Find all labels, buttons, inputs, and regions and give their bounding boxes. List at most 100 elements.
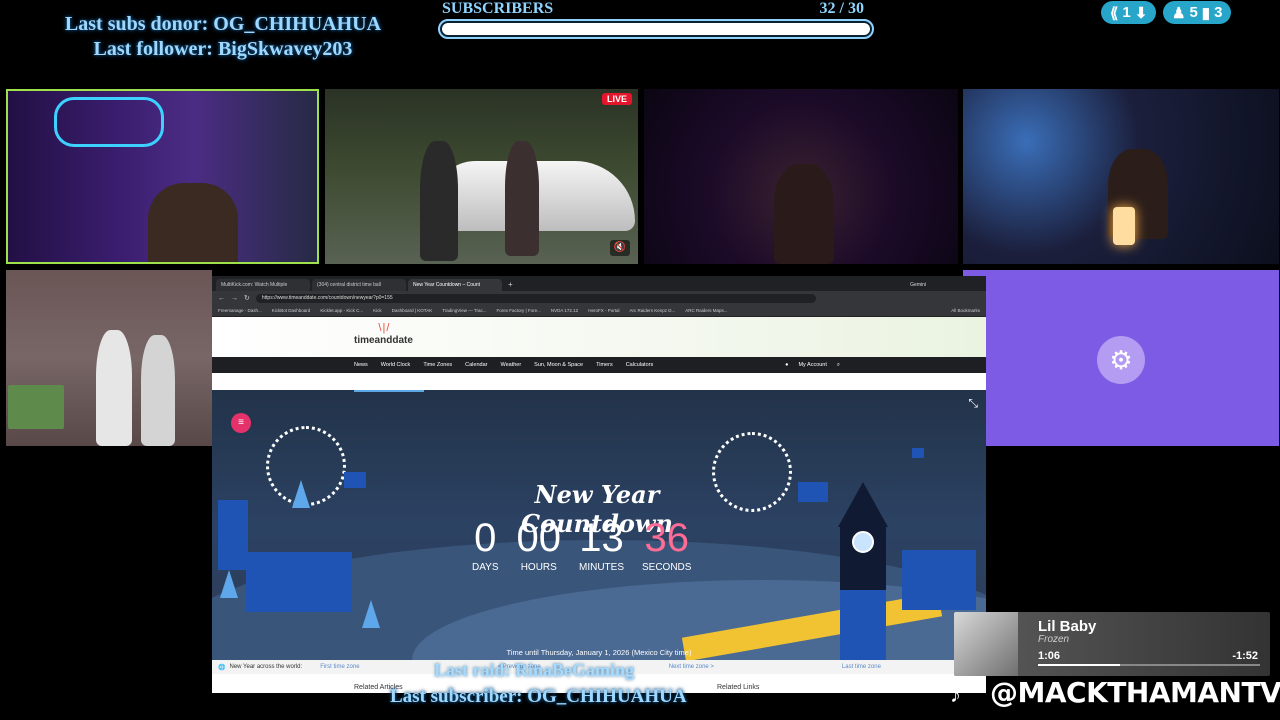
track-progress-bar [1038,664,1260,666]
site-logo[interactable]: \ | / timeanddate [354,322,413,346]
kick-icon: ⟪ [1110,4,1119,22]
reload-icon[interactable]: ↻ [244,294,250,302]
house-icon-3 [344,472,366,488]
last-follower: Last follower: BigSkwavey203 [93,38,353,60]
tiktok-icon: ♪ [950,682,961,707]
related-links-heading: Related Links [717,684,760,691]
bookmark[interactable]: TradingView — Trac... [442,308,486,313]
url-input[interactable]: https://www.timeanddate.com/countdown/ne… [255,293,816,303]
next-zone-link[interactable]: Next time zone > [669,664,714,670]
nav-world-clock[interactable]: World Clock [381,362,411,368]
alerts-panel: Last subs donor: OG_CHIHUAHUA Last follo… [28,12,418,62]
nav-time-zones[interactable]: Time Zones [423,362,452,368]
tree-icon-3 [362,600,380,628]
forward-icon[interactable]: → [231,295,238,302]
track-progress-fill [1038,664,1121,666]
viewer-count: 5 [1189,4,1198,21]
nav-news[interactable]: News [354,362,368,368]
countdown-days-value: 0 [474,516,497,560]
person-figure [774,164,834,264]
subscriber-goal-label: SUBSCRIBERS [442,0,554,17]
bookmark[interactable]: Kick [373,308,382,313]
bookmark[interactable]: KickBot Dashboard [272,308,311,313]
streamer-handle: @MACKTHAMANTV [990,676,1280,709]
character-figure-2 [141,335,175,446]
menu-button[interactable]: ≡ [231,413,251,433]
countdown-seconds-value: 36 [644,516,689,560]
bookmark[interactable]: NVDA 172.12 [551,308,578,313]
logo-rays-icon: \ | / [378,322,389,334]
countdown-days-label: DAYS [472,562,499,573]
browser-window: MultiKick.com: Watch Multiple (304) cent… [212,276,986,693]
all-bookmarks[interactable]: All Bookmarks [951,308,980,313]
live-badge: LIVE [601,93,632,105]
countdown-seconds-label: SECONDS [642,562,692,573]
gemini-button[interactable]: Gemini [910,279,926,291]
track-artist: Lil Baby [1038,618,1097,635]
firework-icon-2 [712,432,792,512]
nav-sun-moon[interactable]: Sun, Moon & Space [534,362,583,368]
site-header: \ | / timeanddate [212,317,986,357]
character-figure [96,330,132,446]
track-album: Frozen [1038,634,1070,645]
bookmark[interactable]: ARC Raiders Maps... [685,308,727,313]
character-figure [420,141,458,261]
clock-tower-spire [838,482,888,527]
tree-icon [292,480,310,508]
countdown-days: 0 DAYS [472,518,499,573]
stream-tile-5[interactable] [6,270,212,446]
bookmark[interactable]: Forex Factory | Fore... [496,308,540,313]
tab-youtube[interactable]: (304) central district time ball [312,279,406,291]
stream-tile-3[interactable] [644,89,958,264]
last-raid: Last raid: RinaBeGaming [434,660,635,680]
bookmark[interactable]: Kicklet.app - Kick C... [320,308,363,313]
countdown-minutes-label: MINUTES [579,562,624,573]
mute-icon[interactable]: 🔇 [610,240,630,256]
countdown-hero: ≡ ⤡ New Year Countdown 0 DAYS 00 HOURS 1… [212,390,986,660]
bookmark[interactable]: Freemanage - Dash... [218,308,262,313]
nav-weather[interactable]: Weather [500,362,521,368]
countdown-minutes: 13 MINUTES [579,518,624,573]
clock-icon [852,531,874,553]
first-zone-link[interactable]: First time zone [320,664,359,670]
nav-right: ● My Account ⌕ [785,362,840,369]
house-icon-2 [246,552,352,612]
lamp-shape [1113,207,1135,245]
back-icon[interactable]: ← [218,295,225,302]
chevron-down-icon: ⬇ [1134,4,1148,22]
shrink-icon[interactable]: ⤡ [968,396,978,411]
bookmarks-bar: Freemanage - Dash... KickBot Dashboard K… [212,305,986,317]
subscriber-goal: SUBSCRIBERS 32 / 30 [438,0,874,40]
new-tab-button[interactable]: + [504,279,517,291]
tab-countdown[interactable]: New Year Countdown – Count [408,279,502,291]
nav-calendar[interactable]: Calendar [465,362,487,368]
search-icon[interactable]: ⌕ [837,362,840,369]
now-playing-widget: Lil Baby Frozen 1:06 -1:52 [954,612,1270,676]
stream-tile-gta[interactable]: LIVE 🔇 [325,89,638,264]
last-subs-donor: Last subs donor: OG_CHIHUAHUA [64,13,382,35]
house-icon-6 [912,448,924,458]
bars-icon: ▮ [1201,4,1211,22]
viewers-icon: ♟ [1172,4,1186,22]
stream-tile-4[interactable] [963,89,1279,264]
bookmark[interactable]: Arc Raiders Kenpz D... [629,308,675,313]
countdown-minutes-value: 13 [579,516,624,560]
countdown-hours-value: 00 [516,516,562,560]
nav-calculators[interactable]: Calculators [626,362,654,368]
webcam-tile[interactable] [6,89,319,264]
last-zone-link[interactable]: Last time zone [842,664,881,670]
site-nav: News World Clock Time Zones Calendar Wea… [212,357,986,373]
bookmark[interactable]: Dashboard | KOTAK [392,308,433,313]
house-icon-4 [798,482,828,502]
tab-multikick[interactable]: MultiKick.com: Watch Multiple [216,279,310,291]
elapsed-time: 1:06 [1038,650,1061,662]
bookmark[interactable]: HeroFX - Portal [588,308,619,313]
my-account-link[interactable]: My Account [798,362,826,368]
globe-icon: 🌐 [218,664,226,671]
house-icon-5 [902,550,976,610]
countdown-units: 0 DAYS 00 HOURS 13 MINUTES 36 SECONDS [472,518,691,573]
nav-timers[interactable]: Timers [596,362,613,368]
nye-label: New Year across the world: [229,664,303,670]
countdown-hours-label: HOURS [520,562,557,573]
neon-sign [54,97,164,147]
